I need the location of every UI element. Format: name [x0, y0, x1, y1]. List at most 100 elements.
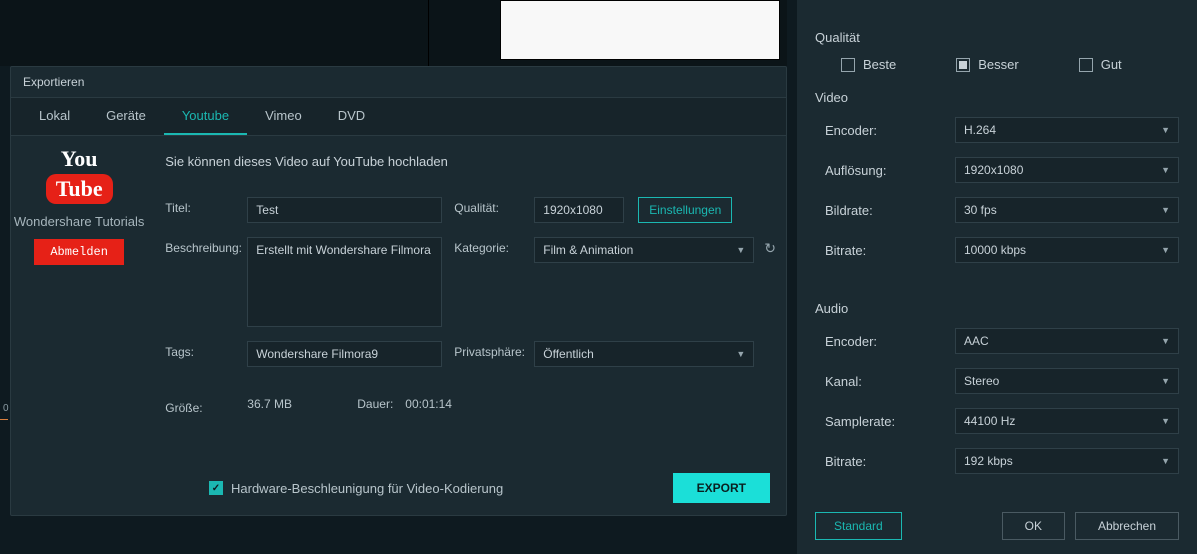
quality-good-radio[interactable]: Gut: [1079, 57, 1122, 72]
channel-select[interactable]: Stereo ▼: [955, 368, 1179, 394]
export-dialog-title: Exportieren: [11, 67, 786, 97]
audio-encoder-value: AAC: [964, 334, 989, 348]
tags-input[interactable]: [247, 341, 442, 367]
audio-encoder-select[interactable]: AAC ▼: [955, 328, 1179, 354]
category-label: Kategorie:: [454, 237, 534, 255]
playhead-marker: [0, 419, 8, 420]
quality-best-radio[interactable]: Beste: [841, 57, 896, 72]
video-encoder-label: Encoder:: [815, 123, 955, 138]
quality-better-label: Besser: [978, 57, 1018, 72]
logout-button[interactable]: Abmelden: [34, 239, 124, 265]
privacy-label: Privatsphäre:: [454, 341, 534, 359]
chevron-down-icon: ▼: [736, 349, 745, 359]
samplerate-value: 44100 Hz: [964, 414, 1015, 428]
title-input[interactable]: [247, 197, 442, 223]
chevron-down-icon: ▼: [1161, 245, 1170, 255]
ok-button[interactable]: OK: [1002, 512, 1065, 540]
youtube-account-name: Wondershare Tutorials: [11, 214, 147, 229]
size-label: Größe:: [165, 397, 247, 415]
hardware-accel-label: Hardware-Beschleunigung für Video-Kodier…: [231, 481, 503, 496]
audio-bitrate-value: 192 kbps: [964, 454, 1013, 468]
samplerate-select[interactable]: 44100 Hz ▼: [955, 408, 1179, 434]
youtube-logo-tube: Tube: [46, 174, 113, 204]
chevron-down-icon: ▼: [1161, 336, 1170, 346]
video-section-title: Video: [815, 90, 1179, 105]
radio-icon: [1079, 58, 1093, 72]
privacy-select[interactable]: Öffentlich ▼: [534, 341, 754, 367]
export-dialog: Exportieren Lokal Geräte Youtube Vimeo D…: [10, 66, 787, 516]
tab-local[interactable]: Lokal: [21, 98, 88, 135]
youtube-logo-you: You: [11, 146, 147, 172]
settings-panel: Qualität Beste Besser Gut Video Encoder:…: [797, 0, 1197, 554]
chevron-down-icon: ▼: [736, 245, 745, 255]
duration-label: Dauer:: [357, 397, 405, 415]
tab-youtube[interactable]: Youtube: [164, 98, 247, 135]
timeline-tick: 0: [3, 403, 9, 414]
tab-dvd[interactable]: DVD: [320, 98, 383, 135]
chevron-down-icon: ▼: [1161, 376, 1170, 386]
video-preview-frame: [500, 0, 780, 60]
video-bitrate-select[interactable]: 10000 kbps ▼: [955, 237, 1179, 263]
youtube-form: Sie können dieses Video auf YouTube hoch…: [147, 136, 786, 530]
refresh-icon[interactable]: ↻: [764, 237, 776, 257]
resolution-value: 1920x1080: [964, 163, 1023, 177]
youtube-logo: You Tube: [11, 146, 147, 204]
title-label: Titel:: [165, 197, 247, 215]
background-preview: [0, 0, 787, 66]
radio-icon: [841, 58, 855, 72]
youtube-account-column: You Tube Wondershare Tutorials Abmelden: [11, 136, 147, 530]
video-bitrate-label: Bitrate:: [815, 243, 955, 258]
size-value: 36.7 MB: [247, 397, 357, 415]
category-select[interactable]: Film & Animation ▼: [534, 237, 754, 263]
settings-panel-header: [815, 4, 1179, 16]
privacy-value: Öffentlich: [543, 347, 593, 361]
description-input[interactable]: [247, 237, 442, 327]
category-value: Film & Animation: [543, 243, 633, 257]
samplerate-label: Samplerate:: [815, 414, 955, 429]
quality-label: Qualität:: [454, 197, 534, 215]
radio-icon: [956, 58, 970, 72]
description-label: Beschreibung:: [165, 237, 247, 255]
framerate-value: 30 fps: [964, 203, 997, 217]
youtube-intro-text: Sie können dieses Video auf YouTube hoch…: [165, 154, 776, 169]
export-body: You Tube Wondershare Tutorials Abmelden …: [11, 136, 786, 530]
settings-footer: Standard OK Abbrechen: [815, 512, 1179, 540]
export-tabs: Lokal Geräte Youtube Vimeo DVD: [11, 97, 786, 136]
quality-value: 1920x1080: [534, 197, 624, 223]
timeline-remnant: 0: [0, 393, 10, 423]
divider: [428, 0, 429, 66]
cancel-button[interactable]: Abbrechen: [1075, 512, 1179, 540]
quality-best-label: Beste: [863, 57, 896, 72]
video-encoder-select[interactable]: H.264 ▼: [955, 117, 1179, 143]
chevron-down-icon: ▼: [1161, 165, 1170, 175]
hardware-accel-checkbox[interactable]: ✓ Hardware-Beschleunigung für Video-Kodi…: [209, 481, 503, 496]
video-encoder-value: H.264: [964, 123, 996, 137]
chevron-down-icon: ▼: [1161, 205, 1170, 215]
quality-radio-group: Beste Besser Gut: [841, 57, 1179, 72]
framerate-label: Bildrate:: [815, 203, 955, 218]
checkbox-icon: ✓: [209, 481, 223, 495]
channel-value: Stereo: [964, 374, 999, 388]
audio-bitrate-label: Bitrate:: [815, 454, 955, 469]
tab-vimeo[interactable]: Vimeo: [247, 98, 320, 135]
video-bitrate-value: 10000 kbps: [964, 243, 1026, 257]
chevron-down-icon: ▼: [1161, 125, 1170, 135]
quality-better-radio[interactable]: Besser: [956, 57, 1018, 72]
resolution-select[interactable]: 1920x1080 ▼: [955, 157, 1179, 183]
standard-button[interactable]: Standard: [815, 512, 902, 540]
chevron-down-icon: ▼: [1161, 456, 1170, 466]
export-button[interactable]: EXPORT: [673, 473, 770, 503]
channel-label: Kanal:: [815, 374, 955, 389]
resolution-label: Auflösung:: [815, 163, 955, 178]
settings-button[interactable]: Einstellungen: [638, 197, 732, 223]
export-footer: ✓ Hardware-Beschleunigung für Video-Kodi…: [209, 473, 770, 503]
duration-value: 00:01:14: [405, 397, 452, 415]
chevron-down-icon: ▼: [1161, 416, 1170, 426]
audio-section-title: Audio: [815, 301, 1179, 316]
tab-device[interactable]: Geräte: [88, 98, 164, 135]
framerate-select[interactable]: 30 fps ▼: [955, 197, 1179, 223]
audio-bitrate-select[interactable]: 192 kbps ▼: [955, 448, 1179, 474]
quality-good-label: Gut: [1101, 57, 1122, 72]
audio-encoder-label: Encoder:: [815, 334, 955, 349]
tags-label: Tags:: [165, 341, 247, 359]
